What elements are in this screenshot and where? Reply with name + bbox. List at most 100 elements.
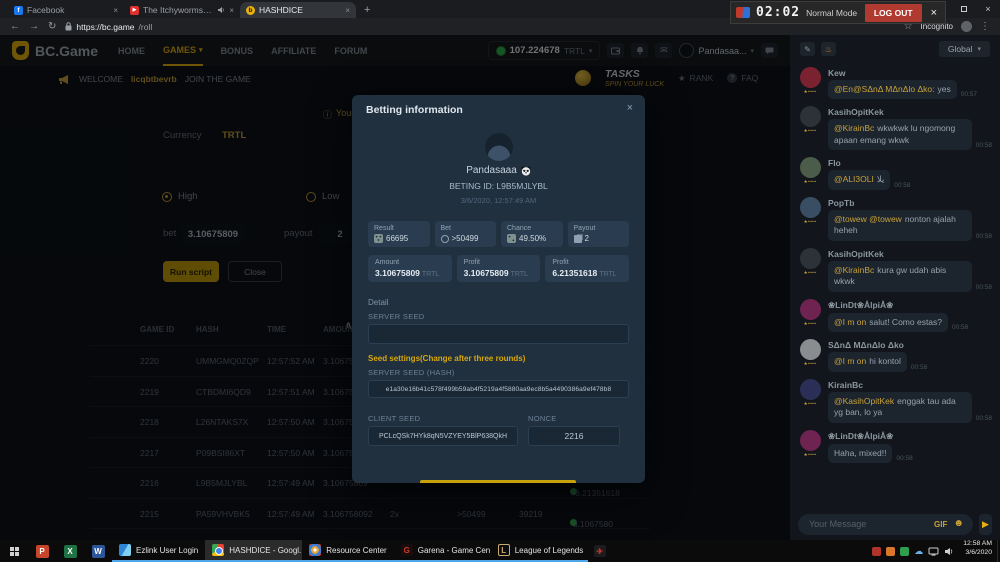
tray-icon[interactable] (886, 547, 895, 556)
gif-button[interactable]: GIF (934, 520, 947, 529)
stat-bet: Bet >50499 (435, 221, 497, 247)
word-button[interactable]: W (84, 540, 112, 562)
chat-rules-button[interactable]: ✎ (800, 42, 815, 56)
emoji-icon[interactable]: ☻ (953, 519, 964, 529)
app-icon: ✈ (594, 545, 606, 557)
taskbar-clock[interactable]: 12:58 AM 3/6/2020 (958, 540, 997, 562)
excel-icon: X (64, 545, 77, 558)
bet-amounts: Amount 3.10675809TRTL Profit 3.10675809T… (368, 255, 629, 282)
window-close-button[interactable]: × (976, 0, 1000, 18)
chat-time: 00:58 (976, 233, 992, 241)
timer-close-icon[interactable]: × (928, 7, 940, 19)
client-seed-input[interactable]: PCLcQSk7HYk8qN5VZYEY5BlP638QkH (368, 426, 518, 446)
send-button[interactable]: ▶ (979, 514, 992, 535)
tab-close-icon[interactable]: × (345, 6, 350, 15)
chat-username[interactable]: ❀LinDt❀ÅlpiÅ❀ (828, 431, 992, 442)
clock-date: 3/6/2020 (963, 549, 992, 558)
coin-icon (441, 235, 449, 243)
taskbar-app-garena[interactable]: GGarena - Game Cen... (394, 540, 491, 562)
forward-icon[interactable]: → (29, 21, 39, 32)
modal-close-icon[interactable]: × (627, 102, 633, 114)
avatar[interactable] (800, 379, 821, 400)
window-controls: × (952, 0, 1000, 18)
taskbar-app-hashdice[interactable]: HASHDICE - Googl... (205, 540, 302, 562)
tab-close-icon[interactable]: × (113, 6, 118, 15)
profit-card: Profit 6.21351618TRTL (545, 255, 629, 282)
mention: @I m on (834, 317, 866, 327)
chat-hot-button[interactable]: ♨ (821, 42, 836, 56)
chat-username[interactable]: SΔnΔ MΔnΔlo Δko (828, 340, 992, 350)
start-button[interactable] (0, 540, 28, 562)
taskbar-app-misc[interactable]: ✈ (588, 540, 612, 562)
browser-menu-icon[interactable]: ⋮ (980, 21, 990, 32)
chat-bubble: @ALI3OLIيلا (828, 170, 890, 189)
chat-time: 00:58 (911, 364, 927, 372)
level-stars-icon: ★•••• (804, 361, 817, 367)
avatar[interactable] (800, 430, 821, 451)
powerpoint-button[interactable]: P (28, 540, 56, 562)
chat-bubble: @En@SΔnΔ MΔnΔlo Δko:yes (828, 80, 957, 99)
tray-icon[interactable] (900, 547, 909, 556)
new-tab-button[interactable]: + (364, 4, 370, 16)
avatar[interactable] (800, 197, 821, 218)
tab-facebook[interactable]: f Facebook × (8, 2, 124, 18)
url-field[interactable]: https://bc.game/roll (65, 22, 152, 32)
mention: @KirainBc (834, 123, 874, 133)
avatar[interactable] (800, 157, 821, 178)
chat-bubble: @towew @towewnonton ajalah heheh (828, 210, 972, 241)
tray-icon[interactable] (872, 547, 881, 556)
chat-channel-select[interactable]: Global▾ (939, 41, 990, 57)
excel-button[interactable]: X (56, 540, 84, 562)
back-icon[interactable]: ← (10, 21, 20, 32)
tab-hashdice[interactable]: b HASHDICE × (240, 2, 356, 18)
avatar[interactable] (800, 106, 821, 127)
tab-close-icon[interactable]: × (229, 6, 234, 15)
chat-username[interactable]: Flo (828, 158, 992, 168)
chat-message: ★•••• PopTb @towew @towewnonton ajalah h… (798, 197, 992, 241)
server-seed-hash-input[interactable]: e1a30e16b41c578f499b59ab4f5219a4f5880aa9… (368, 380, 629, 398)
nonce-input[interactable]: 2216 (528, 426, 620, 446)
player-name[interactable]: Pandasaaa (352, 165, 645, 176)
onedrive-cloud-icon[interactable]: ☁ (914, 547, 923, 556)
level-stars-icon: ★•••• (804, 89, 817, 95)
taskbar-app-lol[interactable]: LLeague of Legends (491, 540, 588, 562)
window-restore-button[interactable] (952, 0, 976, 18)
mention: @ALI3OLI (834, 174, 874, 184)
message-input[interactable] (807, 518, 928, 530)
chat-username[interactable]: ❀LinDt❀ÅlpiÅ❀ (828, 300, 992, 311)
cards-icon (574, 235, 582, 243)
tab-youtube[interactable]: ▶ The Itchyworms x Ely Buend... × (124, 2, 240, 18)
chat-username[interactable]: PopTb (828, 198, 992, 208)
modal-title: Betting information (366, 104, 463, 116)
page: BC.Game HOME GAMES▾ BONUS AFFILIATE FORU… (0, 35, 1000, 540)
network-icon[interactable] (928, 547, 939, 556)
avatar[interactable] (800, 299, 821, 320)
avatar[interactable] (800, 248, 821, 269)
taskbar-app-resource-center[interactable]: Resource Center (302, 540, 393, 562)
tab-audio-icon[interactable] (217, 6, 225, 14)
server-seed-input[interactable] (368, 324, 629, 344)
chat-header: ✎ ♨ Global▾ (790, 35, 1000, 63)
chat-bubble: @KirainBcwkwkwk lu ngomong apaan emang w… (828, 119, 972, 150)
facebook-favicon-icon: f (14, 6, 23, 15)
change-seed-button[interactable] (420, 480, 576, 483)
chat-bubble: @KirainBckura gw udah abis wkwk (828, 261, 972, 292)
chat-username[interactable]: KirainBc (828, 380, 992, 390)
incognito-avatar-icon[interactable] (961, 21, 972, 32)
bet-id: BETING ID: L9B5MJLYBL (352, 181, 645, 191)
chat-username[interactable]: KasihOpitKek (828, 107, 992, 117)
dice-icon (374, 234, 383, 243)
chat-username[interactable]: Kew (828, 68, 992, 78)
avatar[interactable] (800, 67, 821, 88)
detail-label: Detail (368, 298, 388, 307)
level-stars-icon: ★•••• (804, 270, 817, 276)
chat-time: 00:58 (976, 284, 992, 292)
reload-icon[interactable]: ↻ (48, 21, 56, 32)
chat-username[interactable]: KasihOpitKek (828, 249, 992, 259)
volume-icon[interactable] (944, 547, 954, 556)
logout-button[interactable]: LOG OUT (865, 4, 922, 22)
taskbar-app-ezlink[interactable]: Ezlink User Login (112, 540, 205, 562)
screen: f Facebook × ▶ The Itchyworms x Ely Buen… (0, 0, 1000, 562)
lock-icon (65, 22, 72, 31)
avatar[interactable] (800, 339, 821, 360)
